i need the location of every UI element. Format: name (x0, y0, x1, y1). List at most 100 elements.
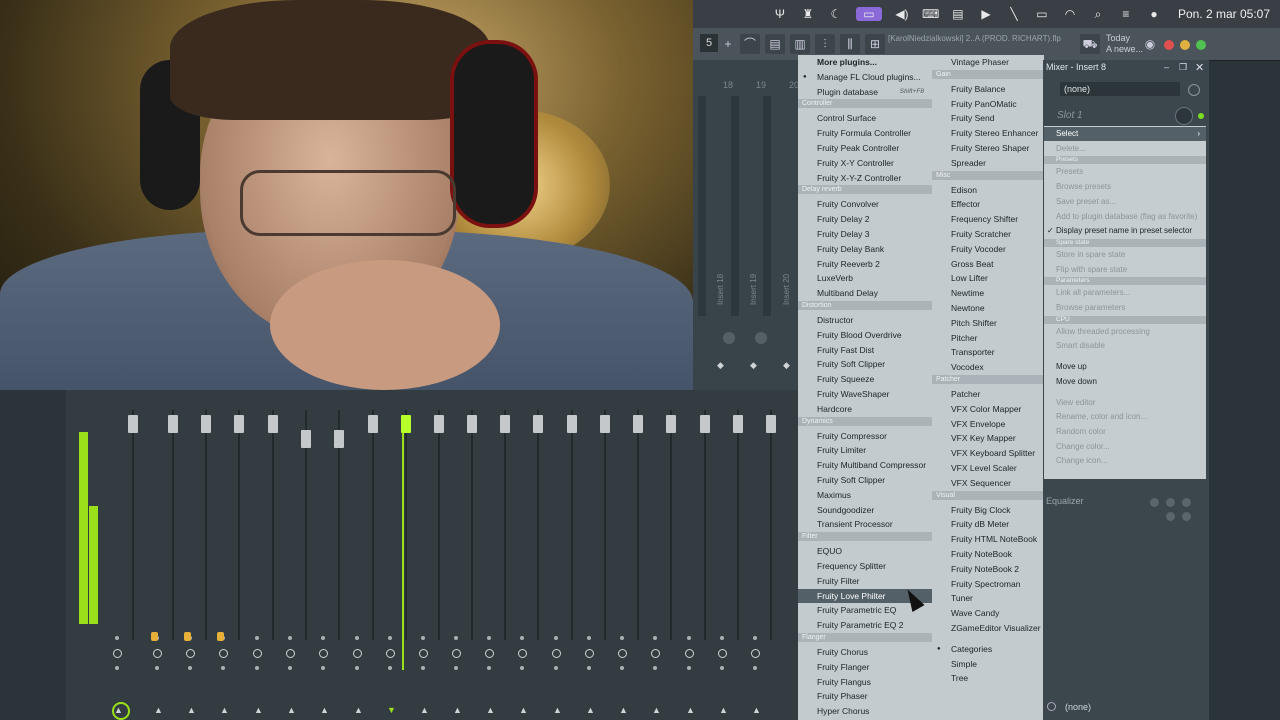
route-arrow-icon[interactable]: ▲ (287, 705, 296, 715)
volume-fader[interactable] (201, 415, 211, 433)
context-menu-item[interactable]: Presets (1044, 165, 1206, 179)
pan-knob[interactable] (253, 649, 262, 658)
mute-led[interactable] (587, 636, 591, 640)
play-icon[interactable]: ▶ (978, 7, 994, 21)
plugin-menu-item[interactable]: Frequency Shifter (932, 212, 1044, 226)
plugin-menu-item[interactable]: VFX Sequencer (932, 476, 1044, 490)
context-menu-item[interactable]: Rename, color and icon... (1044, 410, 1206, 424)
mute-led[interactable] (620, 636, 624, 640)
route-arrow-icon[interactable]: ▲ (486, 705, 495, 715)
route-arrow-icon[interactable]: ▲ (154, 705, 163, 715)
plugin-menu-item[interactable]: Fruity Balance (932, 82, 1044, 96)
plugin-menu-item[interactable]: Wave Candy (932, 606, 1044, 620)
route-arrow-icon[interactable]: ▲ (652, 705, 661, 715)
volume-fader[interactable] (128, 415, 138, 433)
context-menu-item[interactable]: Change icon... (1044, 454, 1206, 468)
minimize-icon[interactable]: – (1164, 62, 1169, 72)
stereo-dot[interactable] (188, 666, 192, 670)
context-menu-item[interactable]: Browse presets (1044, 180, 1206, 194)
stereo-dot[interactable] (255, 666, 259, 670)
minimize-dot-icon[interactable] (1180, 40, 1190, 50)
eq-knob[interactable] (1150, 498, 1159, 507)
plugin-menu-item[interactable]: Fruity Compressor (798, 429, 932, 443)
plugin-menu-item[interactable]: Manage FL Cloud plugins... ● (798, 70, 932, 84)
stereo-dot[interactable] (115, 666, 119, 670)
tool-pianoroll-icon[interactable]: ▤ (765, 34, 785, 54)
slot-enable-icon[interactable] (1047, 702, 1056, 711)
plugin-menu-item[interactable]: Fruity Fast Dist (798, 343, 932, 357)
plugin-menu-item[interactable]: Hardcore (798, 402, 932, 416)
volume-fader[interactable] (334, 430, 344, 448)
context-menu-item[interactable]: Move down (1044, 375, 1206, 389)
plugin-menu-item[interactable]: Vintage Phaser (932, 55, 1044, 69)
stereo-dot[interactable] (454, 666, 458, 670)
shop-icon[interactable]: ⛟ (1080, 34, 1100, 54)
mute-led[interactable] (321, 636, 325, 640)
mute-led[interactable] (115, 636, 119, 640)
eq-knob[interactable] (1182, 512, 1191, 521)
context-menu-item[interactable]: Link all parameters... (1044, 286, 1206, 300)
volume-fader[interactable] (633, 415, 643, 433)
plugin-menu-item[interactable]: Hyper Chorus (798, 704, 932, 718)
route-arrow-icon[interactable]: ◆ (717, 360, 724, 371)
stereo-dot[interactable] (155, 666, 159, 670)
plugin-menu-item[interactable]: Fruity PanOMatic (932, 97, 1044, 111)
context-menu-item[interactable]: Delete... (1044, 142, 1206, 156)
mute-led[interactable] (687, 636, 691, 640)
context-menu-item[interactable]: Allow threaded processing (1044, 325, 1206, 339)
pan-knob[interactable] (452, 649, 461, 658)
route-arrow-icon[interactable]: ▲ (453, 705, 462, 715)
volume-fader[interactable] (700, 415, 710, 433)
route-arrow-icon[interactable]: ▲ (220, 705, 229, 715)
close-icon[interactable]: ✕ (1195, 61, 1204, 74)
volume-fader[interactable] (168, 415, 178, 433)
stereo-dot[interactable] (687, 666, 691, 670)
plugin-menu-item[interactable]: Fruity Flangus (798, 675, 932, 689)
tools-icon[interactable]: ♜ (800, 7, 816, 21)
route-arrow-icon[interactable]: ▲ (187, 705, 196, 715)
plugin-menu-item[interactable]: Vocodex (932, 360, 1044, 374)
mute-led[interactable] (753, 636, 757, 640)
plugin-menu-item[interactable]: Edison (932, 183, 1044, 197)
volume-fader[interactable] (401, 415, 411, 433)
plugin-menu-item[interactable]: LuxeVerb (798, 271, 932, 285)
maximize-dot-icon[interactable] (1196, 40, 1206, 50)
slot-label[interactable]: Slot 1 (1057, 110, 1083, 121)
mute-led[interactable] (288, 636, 292, 640)
volume-fader[interactable] (567, 415, 577, 433)
plugin-menu-item[interactable]: Newtone (932, 301, 1044, 315)
settings-circle-icon[interactable] (1188, 84, 1200, 96)
plugin-menu-item[interactable]: Fruity NoteBook (932, 547, 1044, 561)
slot-enable-led[interactable] (1198, 113, 1204, 119)
plugin-menu-item[interactable]: VFX Key Mapper (932, 431, 1044, 445)
tool-mixer-icon[interactable]: ⫶ (815, 34, 835, 54)
pan-knob[interactable] (685, 649, 694, 658)
plugin-menu-item[interactable]: Fruity Spectroman (932, 577, 1044, 591)
route-arrow-icon[interactable]: ▲ (519, 705, 528, 715)
route-arrow-icon[interactable]: ▲ (686, 705, 695, 715)
master-route-icon[interactable] (112, 702, 130, 720)
plugin-menu-item[interactable]: Fruity Squeeze (798, 372, 932, 386)
plugin-menu-item[interactable]: Distructor (798, 313, 932, 327)
controlcenter-icon[interactable]: ≡ (1118, 7, 1134, 21)
plugin-menu-item[interactable]: Fruity Peak Controller (798, 141, 932, 155)
stereo-separation-indicator[interactable] (184, 632, 191, 641)
stereo-dot[interactable] (355, 666, 359, 670)
plugin-menu-item[interactable]: Control Surface (798, 111, 932, 125)
route-arrow-icon[interactable]: ▲ (254, 705, 263, 715)
plugin-menu-item[interactable]: Fruity dB Meter (932, 517, 1044, 531)
close-dot-icon[interactable] (1164, 40, 1174, 50)
pan-knob[interactable] (386, 649, 395, 658)
pan-knob[interactable] (419, 649, 428, 658)
plugin-menu-item[interactable]: Fruity NoteBook 2 (932, 562, 1044, 576)
stereo-dot[interactable] (487, 666, 491, 670)
mute-led[interactable] (421, 636, 425, 640)
plugin-menu-item[interactable]: Gross Beat (932, 257, 1044, 271)
battery-icon[interactable]: ▭ (1034, 7, 1050, 21)
plugin-menu-item[interactable]: Fruity Delay 2 (798, 212, 932, 226)
route-arrow-icon[interactable]: ◆ (750, 360, 757, 371)
pattern-number[interactable]: 5 (700, 34, 718, 52)
plugin-menu-item[interactable]: Plugin database Shift+F8 (798, 85, 932, 99)
volume-fader[interactable] (301, 430, 311, 448)
plugin-menu-item[interactable]: Categories ● (932, 642, 1044, 656)
